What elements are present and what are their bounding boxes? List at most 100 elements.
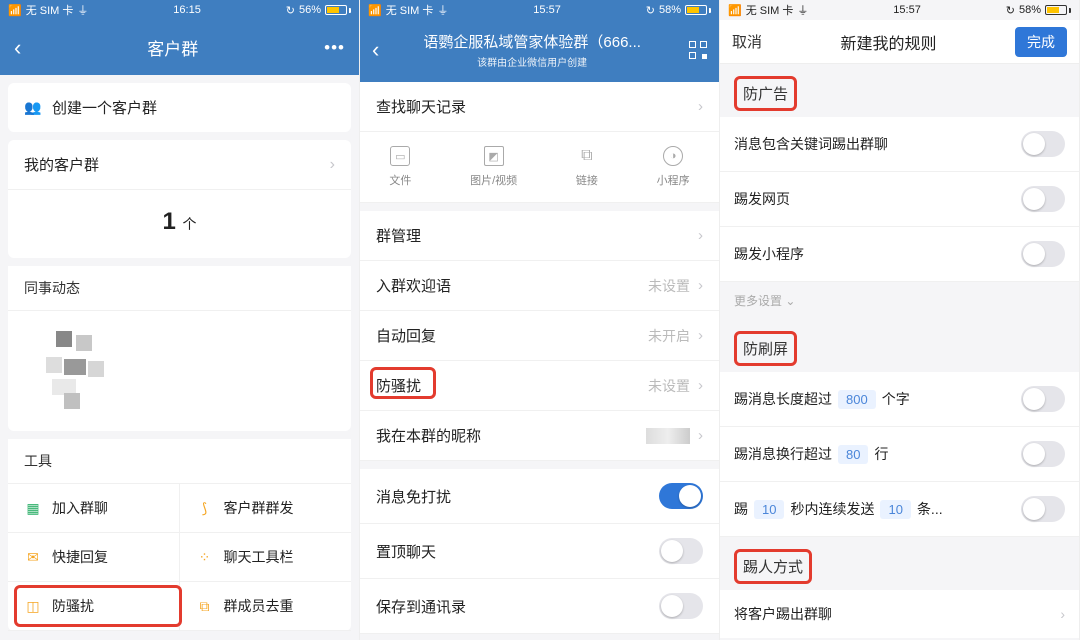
shortcut-media[interactable]: ◩ 图片/视频	[470, 146, 517, 188]
more-settings-link[interactable]: 更多设置 ⌄	[720, 282, 1079, 319]
toggle-webpage[interactable]	[1021, 186, 1065, 212]
shortcut-link[interactable]: ⧉ 链接	[576, 146, 598, 188]
tools-card: 工具 ▦ 加入群聊 ⟆ 客户群群发 ✉ 快捷回复 ⁘ 聊天工具栏 ◫ 防骚扰	[8, 439, 351, 631]
back-button[interactable]: ‹	[14, 35, 21, 61]
my-groups-label: 我的客户群	[24, 154, 99, 175]
grid-icon: ⁘	[196, 548, 214, 566]
chip-length[interactable]: 800	[838, 390, 876, 409]
media-shortcuts: ▭ 文件 ◩ 图片/视频 ⧉ 链接 ◑ 小程序	[360, 132, 719, 203]
row-kick-miniprogram[interactable]: 踢发小程序	[720, 227, 1079, 282]
battery-pct: 56%	[299, 4, 321, 16]
nav-header: ‹ 语鹦企服私域管家体验群（666... 该群由企业微信用户创建	[360, 20, 719, 82]
wifi-icon: ⏚	[77, 2, 88, 18]
shortcut-file[interactable]: ▭ 文件	[389, 146, 411, 188]
row-kick-burst[interactable]: 踢 10 秒内连续发送 10 条...	[720, 482, 1079, 537]
cancel-button[interactable]: 取消	[732, 31, 762, 52]
colleague-section-title: 同事动态	[8, 266, 351, 311]
miniprogram-icon: ◑	[663, 146, 683, 166]
chevron-right-icon: ›	[698, 427, 703, 444]
link-icon: ⧉	[577, 146, 597, 166]
toggle-dnd[interactable]	[659, 483, 703, 509]
status-bar: 📶 无 SIM 卡 ⏚ 16:15 ↻ 56%	[0, 0, 359, 20]
refresh-icon: ↻	[646, 4, 655, 17]
chevron-right-icon: ›	[698, 377, 703, 394]
clock: 15:57	[533, 4, 561, 16]
refresh-icon: ↻	[286, 4, 295, 17]
toggle-save[interactable]	[659, 593, 703, 619]
more-button[interactable]: •••	[324, 38, 345, 58]
status-bar: 📶 无 SIM 卡 ⏚ 15:57 ↻ 58%	[720, 0, 1079, 20]
toggle-keyword[interactable]	[1021, 131, 1065, 157]
carrier-label: 无 SIM 卡	[746, 2, 794, 18]
clock: 15:57	[893, 4, 921, 16]
tool-anti-harass[interactable]: ◫ 防骚扰	[8, 582, 180, 631]
qr-icon[interactable]	[689, 41, 707, 59]
nav-header: ‹ 客户群 •••	[0, 20, 359, 75]
colleague-preview[interactable]	[16, 311, 343, 431]
colleague-card: 同事动态	[8, 266, 351, 431]
tool-group-broadcast[interactable]: ⟆ 客户群群发	[180, 484, 352, 533]
section-kick-mode: 踢人方式	[734, 549, 812, 584]
chip-count[interactable]: 10	[880, 500, 910, 519]
tool-dedup-members[interactable]: ⧉ 群成员去重	[180, 582, 352, 631]
row-my-nickname[interactable]: 我在本群的昵称 ›	[360, 411, 719, 461]
chevron-right-icon: ›	[698, 327, 703, 344]
row-group-manage[interactable]: 群管理 ›	[360, 211, 719, 261]
refresh-icon: ↻	[1006, 4, 1015, 17]
row-search-history[interactable]: 查找聊天记录 ›	[360, 82, 719, 132]
row-kick-length[interactable]: 踢消息长度超过 800 个字	[720, 372, 1079, 427]
tool-join-group[interactable]: ▦ 加入群聊	[8, 484, 180, 533]
shield-icon: ◫	[24, 597, 42, 615]
chevron-right-icon: ›	[330, 156, 335, 174]
row-pin-chat: 置顶聊天	[360, 524, 719, 579]
section-anti-spam: 防刷屏	[734, 331, 797, 366]
tool-quick-reply[interactable]: ✉ 快捷回复	[8, 533, 180, 582]
wifi-icon: ⏚	[797, 2, 808, 18]
status-bar: 📶 无 SIM 卡 ⏚ 15:57 ↻ 58%	[360, 0, 719, 20]
chevron-right-icon: ›	[698, 227, 703, 244]
signal-icon: 📶	[368, 4, 382, 17]
qr-icon: ▦	[24, 499, 42, 517]
row-kick-method[interactable]: 将客户踢出群聊 ›	[720, 590, 1079, 638]
folder-icon: ▭	[390, 146, 410, 166]
chat-icon: ✉	[24, 548, 42, 566]
create-group-label: 创建一个客户群	[52, 97, 157, 118]
shortcut-miniprogram[interactable]: ◑ 小程序	[657, 146, 690, 188]
row-anti-harass[interactable]: 防骚扰 未设置›	[360, 361, 719, 411]
section-anti-ad: 防广告	[734, 76, 797, 111]
group-title: 语鹦企服私域管家体验群（666...	[387, 31, 677, 52]
done-button[interactable]: 完成	[1015, 27, 1067, 57]
battery-icon	[1045, 5, 1071, 15]
phone-group-settings: 📶 无 SIM 卡 ⏚ 15:57 ↻ 58% ‹ 语鹦企服私域管家体验群（66…	[360, 0, 720, 640]
page-title: 新建我的规则	[841, 30, 937, 54]
tool-chat-toolbar[interactable]: ⁘ 聊天工具栏	[180, 533, 352, 582]
chip-lines[interactable]: 80	[838, 445, 868, 464]
toggle-lines[interactable]	[1021, 441, 1065, 467]
chevron-right-icon: ›	[698, 277, 703, 294]
toggle-length[interactable]	[1021, 386, 1065, 412]
battery-icon	[325, 5, 351, 15]
battery-pct: 58%	[1019, 4, 1041, 16]
battery-icon	[685, 5, 711, 15]
row-welcome-msg[interactable]: 入群欢迎语 未设置›	[360, 261, 719, 311]
toggle-burst[interactable]	[1021, 496, 1065, 522]
row-kick-lines[interactable]: 踢消息换行超过 80 行	[720, 427, 1079, 482]
row-kick-keyword[interactable]: 消息包含关键词踢出群聊	[720, 117, 1079, 172]
carrier-label: 无 SIM 卡	[26, 2, 74, 18]
group-count: 1 个	[8, 190, 351, 258]
chip-seconds[interactable]: 10	[754, 500, 784, 519]
row-auto-reply[interactable]: 自动回复 未开启›	[360, 311, 719, 361]
dedup-icon: ⧉	[196, 597, 214, 615]
toggle-miniprog[interactable]	[1021, 241, 1065, 267]
chevron-right-icon: ›	[698, 98, 703, 115]
image-icon: ◩	[484, 146, 504, 166]
my-groups-card[interactable]: 我的客户群 › 1 个	[8, 140, 351, 258]
back-button[interactable]: ‹	[372, 37, 379, 63]
row-kick-webpage[interactable]: 踢发网页	[720, 172, 1079, 227]
chevron-down-icon: ⌄	[785, 294, 795, 308]
battery-pct: 58%	[659, 4, 681, 16]
create-group-card[interactable]: 👥 创建一个客户群	[8, 83, 351, 132]
row-dnd: 消息免打扰	[360, 469, 719, 524]
row-save-contacts: 保存到通讯录	[360, 579, 719, 634]
toggle-pin[interactable]	[659, 538, 703, 564]
